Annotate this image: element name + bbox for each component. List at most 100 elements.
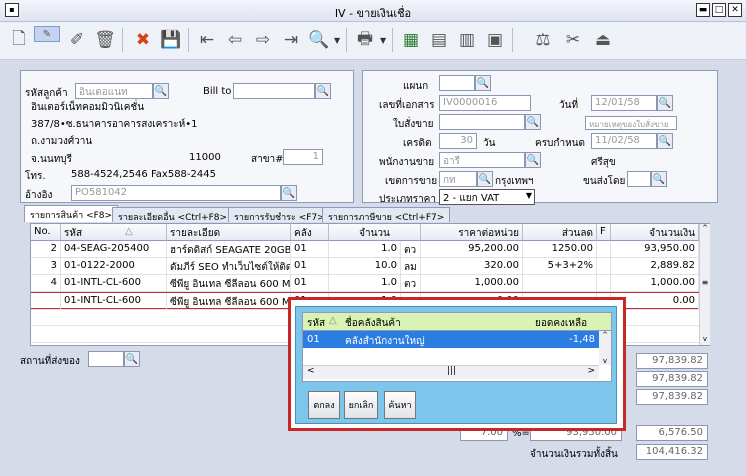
sales-order-note-field[interactable]: หมายเหตุของใบสั่งขาย (585, 116, 677, 130)
table-row[interactable]: 2 04-SEAG-205400 ฮาร์ดดิสก์ SEAGATE 20GB 01… (31, 241, 699, 258)
exit-icon[interactable]: ⏏ (590, 26, 616, 54)
table-cell-no[interactable]: 2 (31, 241, 61, 258)
table-cell-no[interactable] (31, 293, 61, 310)
table-cell-amount[interactable]: 2,889.82 (611, 258, 699, 275)
first-record-icon[interactable]: ⇤ (194, 26, 220, 54)
reference-input[interactable]: PO581042 (71, 185, 281, 201)
shipping-input[interactable] (627, 171, 651, 187)
department-lookup-button[interactable]: 🔍 (475, 75, 491, 91)
price-type-select[interactable]: 2 - แยก VAT ▼ (439, 189, 535, 205)
column-header-warehouse[interactable]: คลัง (291, 224, 329, 241)
tools-icon[interactable]: ✂ (560, 26, 586, 54)
cancel-icon[interactable]: ✖ (130, 26, 156, 54)
table-icon[interactable]: ▣ (482, 26, 508, 54)
customer-code-input[interactable]: อินเตอแนท (75, 83, 153, 99)
salesperson-input[interactable]: อารี (439, 152, 525, 168)
branch-input[interactable]: 1 (283, 149, 323, 165)
scroll-thumb[interactable]: ≡ (700, 278, 710, 287)
table-row[interactable]: 3 01-0122-2000 ดัมภีร์ SEO ทำเว็บไซต์ให้ติ… (31, 258, 699, 275)
billto-lookup-button[interactable]: 🔍 (315, 83, 331, 99)
report-icon[interactable]: ▥ (454, 26, 480, 54)
table-cell-amount[interactable]: 1,000.00 (611, 275, 699, 292)
table-cell-price[interactable]: 95,200.00 (421, 241, 523, 258)
billto-input[interactable] (233, 83, 315, 99)
sales-order-lookup-button[interactable]: 🔍 (525, 114, 541, 130)
column-header-code[interactable]: รหัส △ (61, 224, 167, 241)
scroll-thumb[interactable]: ||| (447, 366, 456, 376)
table-cell-disc[interactable] (523, 275, 597, 292)
close-button[interactable]: ✕ (728, 3, 742, 17)
warehouse-horizontal-scrollbar[interactable]: < ||| > (303, 365, 599, 379)
excel-icon[interactable]: ▦ (398, 26, 424, 54)
column-header-price[interactable]: ราคาต่อหน่วย (421, 224, 523, 241)
table-cell-unit[interactable]: ตว (401, 275, 421, 292)
sales-zone-lookup-button[interactable]: 🔍 (477, 171, 493, 187)
tab-tax[interactable]: รายการภาษีขาย <Ctrl+F7> (322, 207, 451, 223)
edit-list-icon[interactable]: ✐ (64, 26, 90, 54)
cancel-button[interactable]: ยกเลิก (344, 391, 378, 419)
print-dropdown-icon[interactable]: ▼ (380, 36, 386, 45)
table-row[interactable]: 4 01-INTL-CL-600 ซีพียู อินเทล ซีลีลอน 600… (31, 275, 699, 292)
tab-details[interactable]: รายละเอียดอื่น <Ctrl+F8> (112, 207, 234, 223)
credit-input[interactable]: 30 (439, 133, 477, 149)
table-cell-qty[interactable]: 1.0 (329, 241, 401, 258)
ok-button[interactable]: ตกลง (308, 391, 340, 419)
salesperson-lookup-button[interactable]: 🔍 (525, 152, 541, 168)
scroll-up-icon[interactable]: ^ (700, 224, 710, 232)
save-icon[interactable]: 💾 (158, 26, 184, 54)
reference-lookup-button[interactable]: 🔍 (281, 185, 297, 201)
table-cell-desc[interactable]: ฮาร์ดดิสก์ SEAGATE 20GB (167, 241, 291, 258)
table-cell-f[interactable] (597, 275, 611, 292)
date-input[interactable]: 12/01/58 (591, 95, 657, 111)
table-cell-price[interactable]: 1,000.00 (421, 275, 523, 292)
shipping-lookup-button[interactable]: 🔍 (651, 171, 667, 187)
due-date-input[interactable]: 11/02/58 (591, 133, 657, 149)
scroll-up-icon[interactable]: ^ (599, 331, 611, 339)
delivery-place-input[interactable] (88, 351, 124, 367)
column-header-no[interactable]: No. (31, 224, 61, 241)
column-header-amount[interactable]: จำนวนเงิน (611, 224, 699, 241)
search-button[interactable]: ค้นหา (384, 391, 416, 419)
form-icon[interactable]: ▤ (426, 26, 452, 54)
scroll-right-icon[interactable]: > (587, 366, 595, 376)
scroll-down-icon[interactable]: v (599, 357, 611, 365)
table-cell-no[interactable]: 4 (31, 275, 61, 292)
grid-scrollbar[interactable]: ^ ≡ v (699, 224, 710, 345)
warehouse-header-code[interactable]: รหัส (307, 316, 325, 331)
scroll-left-icon[interactable]: < (307, 366, 315, 376)
department-input[interactable] (439, 75, 475, 91)
table-cell-f[interactable] (597, 241, 611, 258)
maximize-button[interactable]: □ (712, 3, 726, 17)
warehouse-vertical-scrollbar[interactable]: ^ v (599, 331, 611, 365)
find-dropdown-icon[interactable]: ▼ (334, 36, 340, 45)
table-cell-qty[interactable]: 1.0 (329, 275, 401, 292)
table-cell-unit[interactable]: ตว (401, 241, 421, 258)
tab-items[interactable]: รายการสินค้า <F8> (24, 205, 119, 222)
sales-zone-input[interactable]: กท (439, 171, 477, 187)
table-cell-code[interactable]: 04-SEAG-205400 (61, 241, 167, 258)
calculator-icon[interactable]: ⚖ (530, 26, 556, 54)
tab-payments[interactable]: รายการรับชำระ <F7> (228, 207, 331, 223)
scroll-down-icon[interactable]: v (700, 335, 710, 343)
table-cell-code[interactable]: 01-INTL-CL-600 (61, 293, 167, 310)
column-header-discount[interactable]: ส่วนลด (523, 224, 597, 241)
table-cell-desc[interactable]: ซีพียู อินเทล ซีลีลอน 600 MHz (167, 275, 291, 292)
table-cell-desc[interactable]: ซีพียู อินเทล ซีลีลอน 600 MHz (167, 293, 291, 310)
delivery-place-lookup-button[interactable]: 🔍 (124, 351, 140, 367)
find-icon[interactable]: 🔍 (306, 26, 332, 54)
new-document-icon[interactable]: 🗋 (6, 26, 32, 54)
previous-record-icon[interactable]: ⇦ (222, 26, 248, 54)
warehouse-header-name[interactable]: ชื่อคลังสินค้า (345, 316, 401, 331)
edit-icon[interactable]: ✎ (34, 26, 60, 42)
table-cell-amount[interactable]: 93,950.00 (611, 241, 699, 258)
date-picker-button[interactable]: 🔍 (657, 95, 673, 111)
column-header-f[interactable]: F (597, 224, 611, 241)
customer-lookup-button[interactable]: 🔍 (153, 83, 169, 99)
docno-input[interactable]: IV0000016 (439, 95, 531, 111)
table-cell-wh[interactable]: 01 (291, 258, 329, 275)
warehouse-header-balance[interactable]: ยอดคงเหลือ (535, 316, 587, 331)
column-header-desc[interactable]: รายละเอียด (167, 224, 291, 241)
due-date-picker-button[interactable]: 🔍 (657, 133, 673, 149)
next-record-icon[interactable]: ⇨ (250, 26, 276, 54)
table-cell-qty[interactable]: 10.0 (329, 258, 401, 275)
